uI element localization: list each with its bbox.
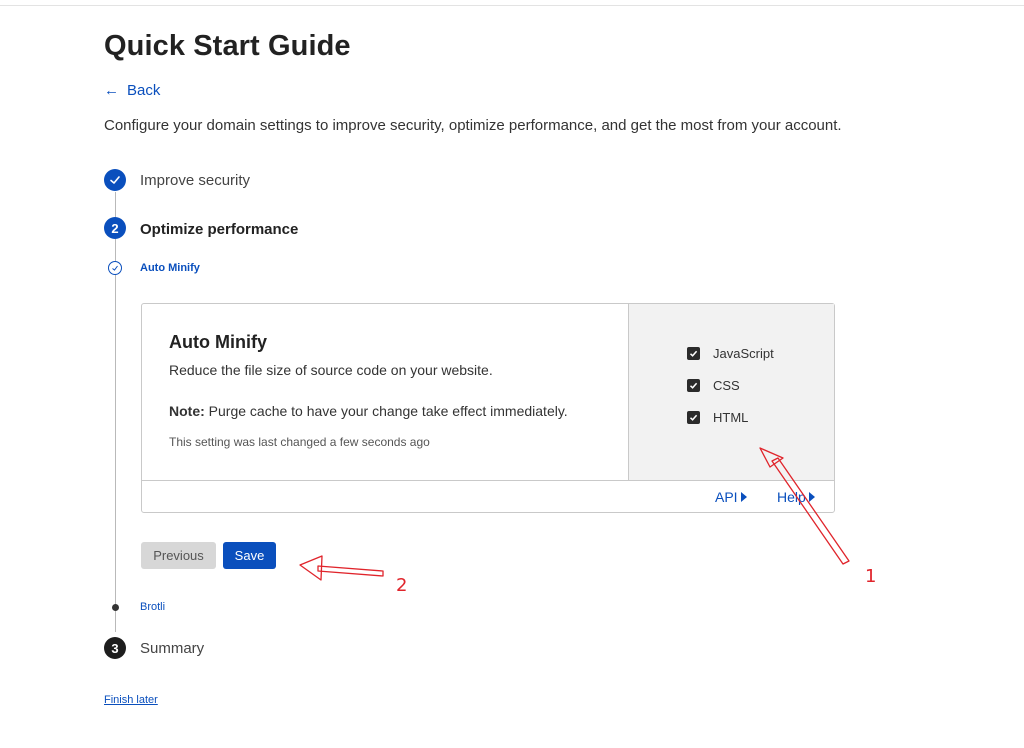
step-3-badge: 3 [104,637,126,659]
step-2-label: Optimize performance [140,221,299,238]
annotation-marker-2: 2 [396,575,408,596]
option-css[interactable]: CSS [687,378,740,393]
card-content: Auto Minify Reduce the file size of sour… [142,304,628,480]
html-checkbox[interactable] [687,411,700,424]
stepper-line [115,192,116,632]
option-javascript[interactable]: JavaScript [687,346,774,361]
minify-options-panel: JavaScript CSS HTML [628,304,834,480]
top-divider [0,5,1024,6]
help-link[interactable]: Help [777,489,815,505]
css-checkbox[interactable] [687,379,700,392]
finish-later-link[interactable]: Finish later [104,694,158,706]
caret-right-icon [740,492,747,502]
step-1-complete-badge [104,169,126,191]
card-note: Note: Purge cache to have your change ta… [169,403,568,419]
check-small-icon [112,265,118,271]
substep-auto-minify[interactable]: Auto Minify [140,262,200,274]
checkbox-check-icon [689,350,698,357]
substep-brotli[interactable]: Brotli [140,601,165,613]
card-description: Reduce the file size of source code on y… [169,362,493,378]
auto-minify-card: Auto Minify Reduce the file size of sour… [141,303,835,513]
card-footer: API Help [142,480,834,512]
arrow-left-icon: ← [104,82,119,99]
api-link[interactable]: API [715,489,747,505]
step-2-badge: 2 [104,217,126,239]
substep-next-dot [112,604,119,611]
note-label: Note: [169,403,205,419]
help-label: Help [777,489,806,505]
previous-button[interactable]: Previous [141,542,216,569]
save-button[interactable]: Save [223,542,276,569]
last-changed-text: This setting was last changed a few seco… [169,435,430,449]
option-html[interactable]: HTML [687,410,748,425]
javascript-checkbox[interactable] [687,347,700,360]
javascript-label: JavaScript [713,346,774,361]
step-1-label[interactable]: Improve security [140,172,250,189]
card-title: Auto Minify [169,332,267,352]
intro-text: Configure your domain settings to improv… [104,117,842,134]
css-label: CSS [713,378,740,393]
note-text: Purge cache to have your change take eff… [204,403,568,419]
back-label: Back [127,82,161,99]
caret-right-icon [808,492,815,502]
back-link[interactable]: ← Back [104,82,160,99]
annotation-arrow-2 [299,555,384,581]
checkmark-icon [110,176,120,184]
annotation-marker-1: 1 [865,566,877,587]
checkbox-check-icon [689,382,698,389]
api-label: API [715,489,738,505]
checkbox-check-icon [689,414,698,421]
substep-current-indicator [108,261,122,275]
page-title: Quick Start Guide [104,30,351,62]
html-label: HTML [713,410,749,425]
step-3-label: Summary [140,640,205,657]
